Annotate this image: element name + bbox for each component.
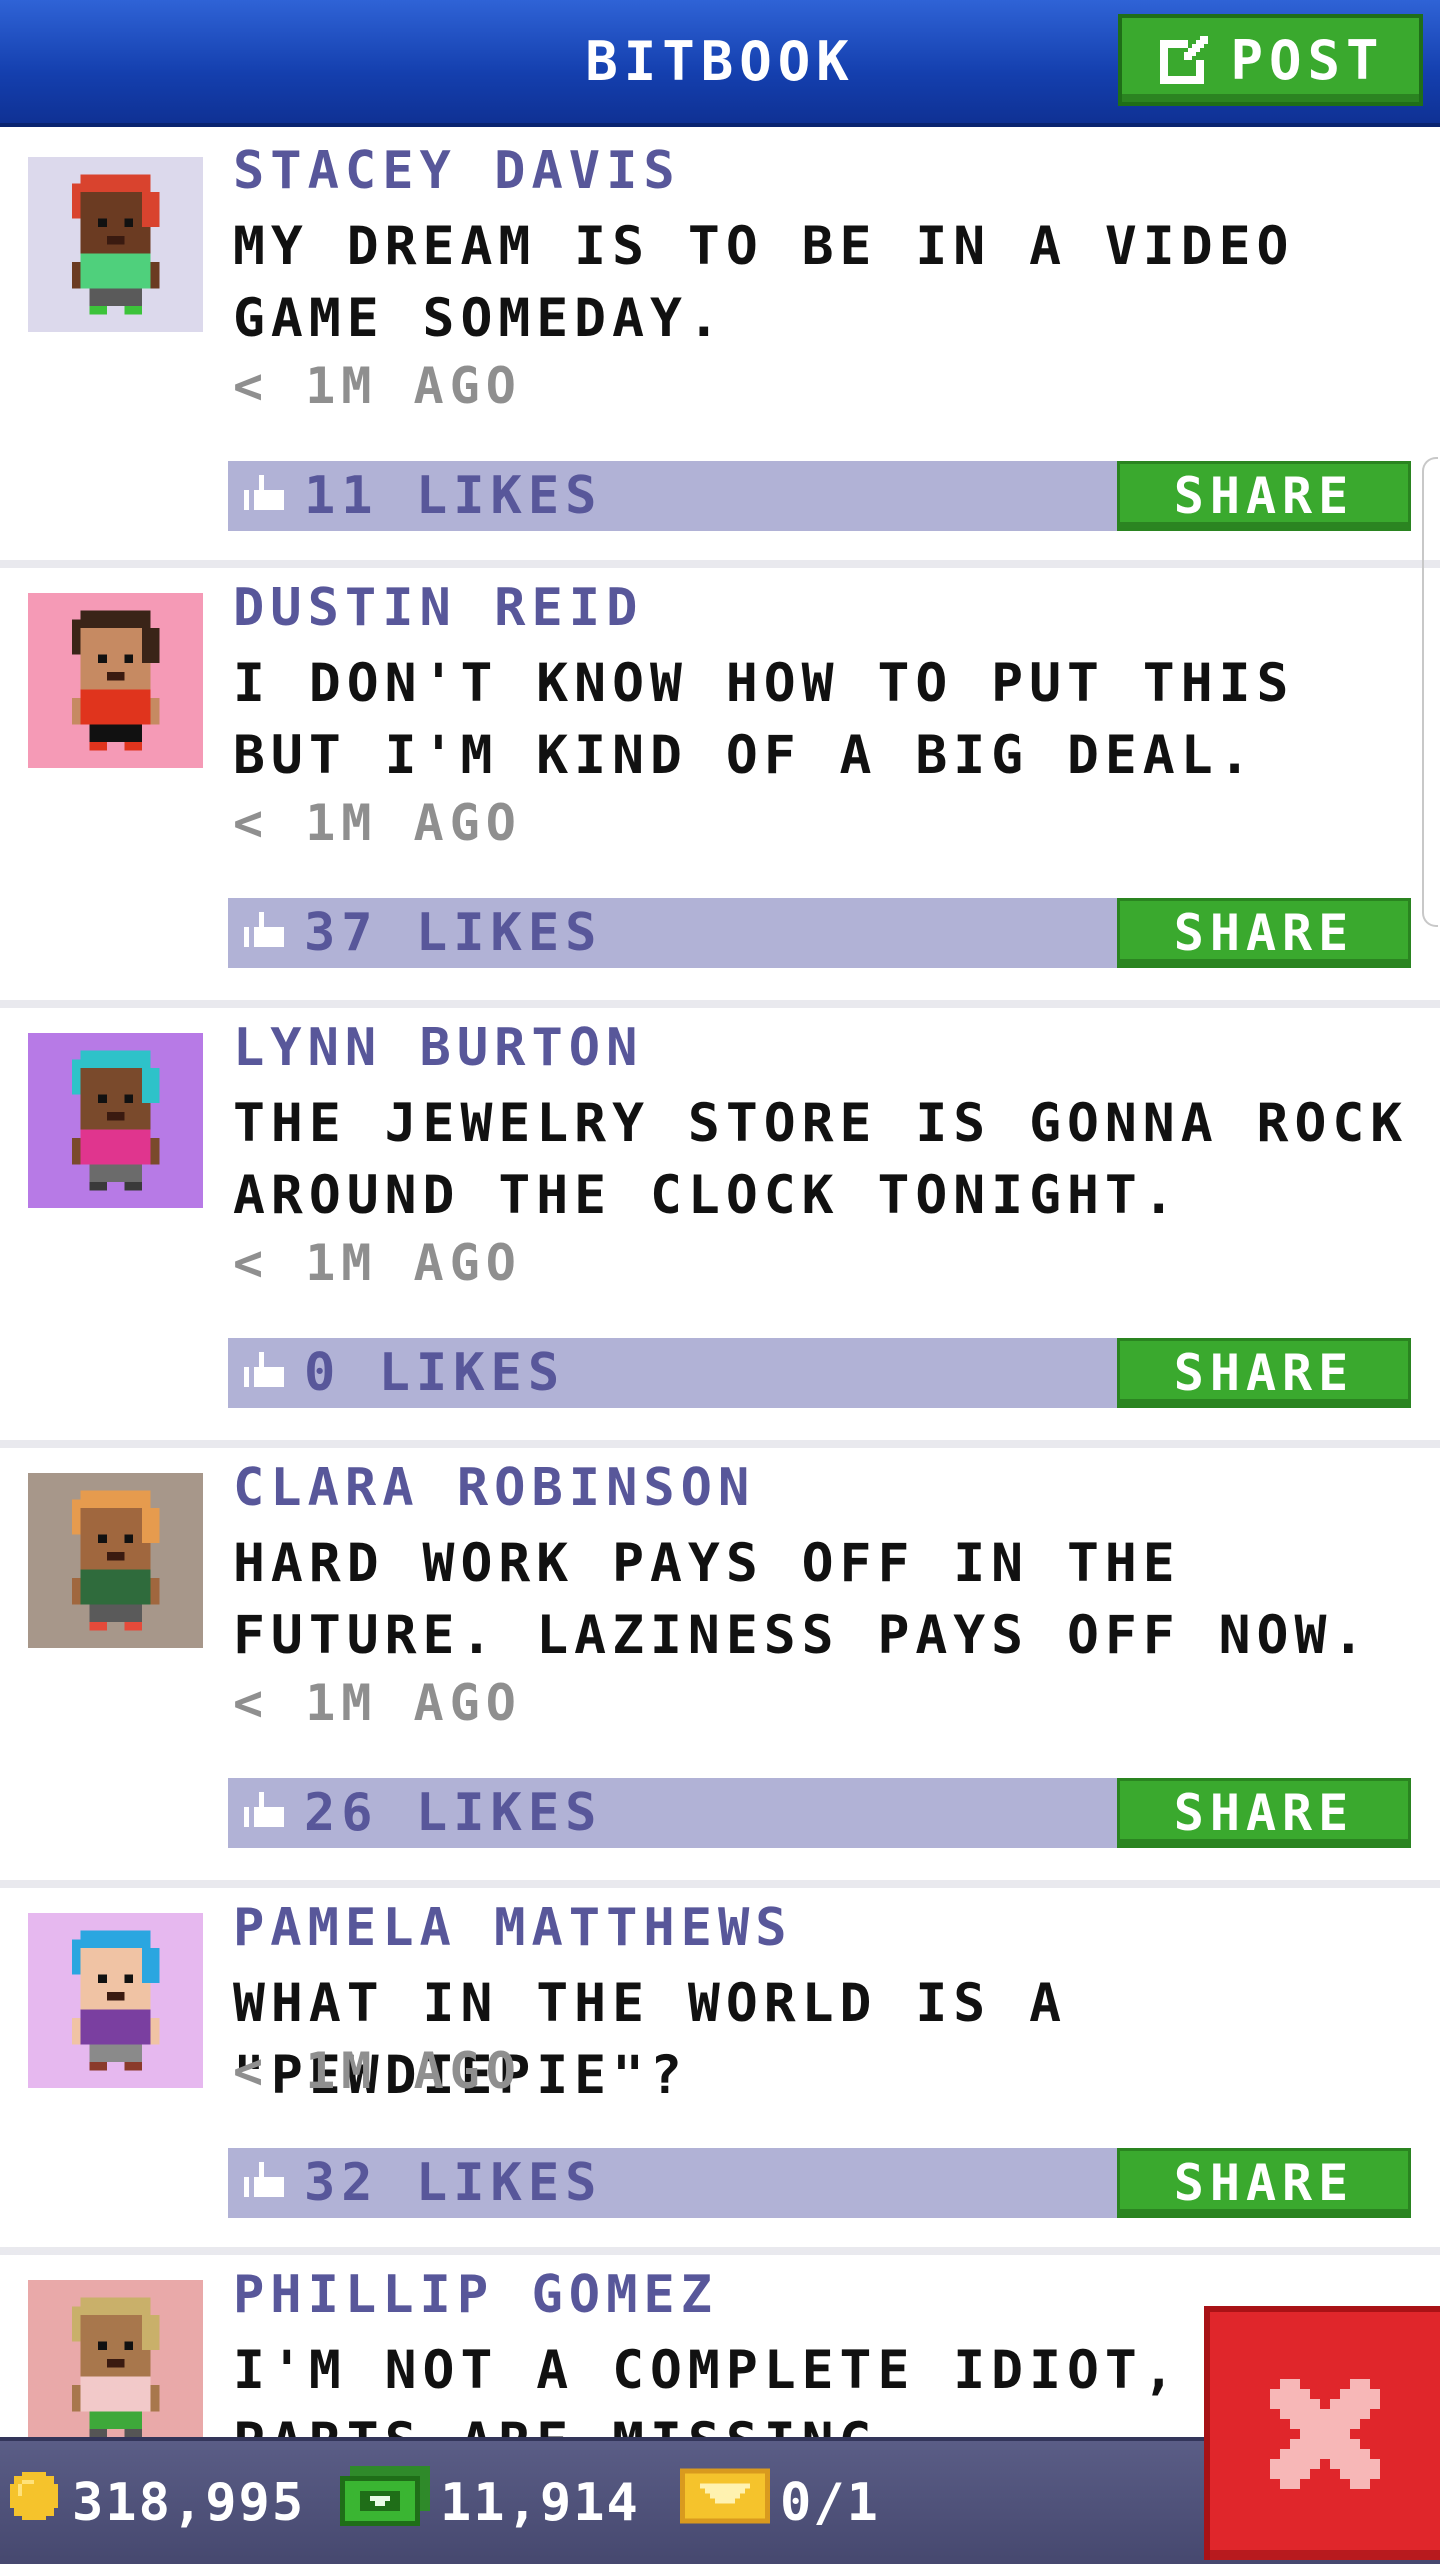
like-bar: 32 LIKES SHARE [228, 2148, 1411, 2218]
avatar[interactable] [28, 157, 203, 332]
post-time: < 1M AGO [233, 1234, 522, 1292]
post-divider [0, 1440, 1440, 1448]
post-button[interactable]: POST [1118, 14, 1423, 106]
like-count: 37 LIKES [304, 903, 603, 963]
post-time: < 1M AGO [233, 794, 522, 852]
share-button[interactable]: SHARE [1117, 1338, 1411, 1408]
feed-post: DUSTIN REID I DON'T KNOW HOW TO PUT THIS… [0, 560, 1440, 1000]
like-bar: 0 LIKES SHARE [228, 1338, 1411, 1408]
like-bar: 11 LIKES SHARE [228, 461, 1411, 531]
post-divider [0, 1880, 1440, 1888]
coins-value: 318,995 [72, 2472, 306, 2533]
post-message: I DON'T KNOW HOW TO PUT THIS BUT I'M KIN… [233, 653, 1295, 786]
cash-value: 11,914 [440, 2472, 640, 2533]
like-bar: 37 LIKES SHARE [228, 898, 1411, 968]
like-bar: 26 LIKES SHARE [228, 1778, 1411, 1848]
avatar[interactable] [28, 2280, 203, 2437]
share-button[interactable]: SHARE [1117, 2148, 1411, 2218]
feed-post: STACEY DAVIS MY DREAM IS TO BE IN A VIDE… [0, 127, 1440, 567]
post-divider [0, 1000, 1440, 1008]
cash-stat: 11,914 [340, 2441, 640, 2564]
thumbs-up-icon[interactable] [244, 1352, 284, 1392]
post-message: HARD WORK PAYS OFF IN THE FUTURE. LAZINE… [233, 1533, 1371, 1666]
thumbs-up-icon[interactable] [244, 1792, 284, 1832]
share-button[interactable]: SHARE [1117, 1778, 1411, 1848]
post-divider [0, 2247, 1440, 2255]
post-author[interactable]: PAMELA MATTHEWS [233, 1898, 793, 1958]
like-count: 0 LIKES [304, 1343, 566, 1403]
share-button[interactable]: SHARE [1117, 898, 1411, 968]
avatar[interactable] [28, 593, 203, 768]
avatar[interactable] [28, 1913, 203, 2088]
feed-list[interactable]: STACEY DAVIS MY DREAM IS TO BE IN A VIDE… [0, 127, 1440, 2437]
tickets-stat: 0/1 [680, 2441, 880, 2564]
post-time: < 1M AGO [233, 1674, 522, 1732]
share-button[interactable]: SHARE [1117, 461, 1411, 531]
post-time: < 1M AGO [233, 357, 522, 415]
post-author[interactable]: PHILLIP GOMEZ [233, 2265, 718, 2325]
close-icon [1270, 2379, 1380, 2493]
scroll-indicator[interactable] [1422, 457, 1438, 927]
coins-stat: 318,995 [6, 2441, 305, 2564]
like-count: 32 LIKES [304, 2153, 603, 2213]
feed-post: CLARA ROBINSON HARD WORK PAYS OFF IN THE… [0, 1440, 1440, 1880]
thumbs-up-icon[interactable] [244, 2162, 284, 2202]
avatar[interactable] [28, 1473, 203, 1648]
thumbs-up-icon[interactable] [244, 475, 284, 515]
post-message: MY DREAM IS TO BE IN A VIDEO GAME SOMEDA… [233, 216, 1295, 349]
post-author[interactable]: LYNN BURTON [233, 1018, 643, 1078]
post-message: THE JEWELRY STORE IS GONNA ROCK AROUND T… [233, 1093, 1409, 1226]
app-header: BITBOOK POST [0, 0, 1440, 127]
like-count: 26 LIKES [304, 1783, 603, 1843]
ticket-icon [680, 2468, 770, 2537]
thumbs-up-icon[interactable] [244, 912, 284, 952]
post-author[interactable]: DUSTIN REID [233, 578, 643, 638]
tickets-value: 0/1 [780, 2472, 880, 2533]
compose-icon [1156, 32, 1212, 88]
feed-post: LYNN BURTON THE JEWELRY STORE IS GONNA R… [0, 1000, 1440, 1440]
coin-icon [6, 2468, 62, 2537]
post-divider [0, 560, 1440, 568]
post-time: < 1M AGO [233, 2042, 522, 2100]
cash-icon [340, 2465, 430, 2540]
post-button-label: POST [1230, 28, 1385, 92]
close-button[interactable] [1204, 2306, 1440, 2560]
post-author[interactable]: STACEY DAVIS [233, 141, 681, 201]
avatar[interactable] [28, 1033, 203, 1208]
post-author[interactable]: CLARA ROBINSON [233, 1458, 755, 1518]
like-count: 11 LIKES [304, 466, 603, 526]
